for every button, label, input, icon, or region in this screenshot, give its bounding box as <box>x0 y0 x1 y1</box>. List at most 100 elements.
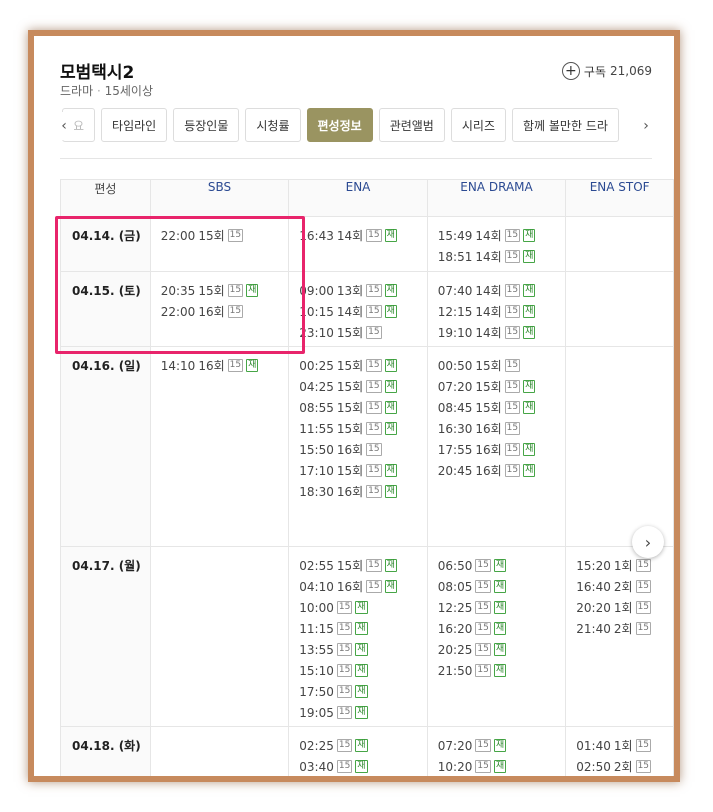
rerun-badge: 재 <box>523 284 536 297</box>
tab-1[interactable]: 타임라인 <box>101 108 168 142</box>
rerun-badge: 재 <box>523 250 536 263</box>
rerun-badge: 재 <box>523 380 536 393</box>
episode-number: 14회 <box>475 305 502 319</box>
airing-entry: 17:10 15회 15 재 <box>299 460 421 481</box>
schedule-cell-story: 15:20 1회 15 16:40 2회 15 20:20 1회 15 21:40 2회 15 <box>565 546 674 727</box>
subscribe-button[interactable]: + 구독 21,069 <box>561 62 652 80</box>
rerun-badge: 재 <box>384 305 397 318</box>
episode-number: 13회 <box>336 284 364 298</box>
age-rating-badge: 15 <box>635 559 652 572</box>
age-rating-badge: 15 <box>366 401 382 414</box>
air-time: 08:55 <box>299 400 334 415</box>
air-time: 07:20 <box>437 738 473 753</box>
tab-3[interactable]: 시청률 <box>245 108 301 142</box>
rerun-badge: 재 <box>493 739 507 752</box>
airing-entry: 18:30 16회 15 재 <box>299 481 421 502</box>
airing-entry: 04:25 15회 15 재 <box>299 376 421 397</box>
age-rating-badge: 15 <box>336 643 353 656</box>
air-time: 17:50 <box>299 684 334 699</box>
age-rating-badge: 15 <box>366 422 382 435</box>
age-rating-badge: 15 <box>504 229 521 242</box>
age-rating-badge: 15 <box>504 380 521 393</box>
table-row: 04.16. (일) 14:10 16회 15 재 00:25 15회 15 재 04:25 15회… <box>60 346 674 547</box>
episode-number: 16회 <box>336 580 364 594</box>
plus-icon: + <box>561 62 580 80</box>
age-rating-badge: 15 <box>336 601 353 614</box>
rerun-badge: 재 <box>493 559 507 572</box>
tab-2[interactable]: 등장인물 <box>173 108 240 142</box>
episode-number: 15회 <box>336 380 364 394</box>
air-time: 20:25 <box>437 642 473 657</box>
episode-number: 14회 <box>475 229 502 243</box>
air-time: 16:20 <box>437 621 473 636</box>
age-rating-badge: 15 <box>366 326 382 339</box>
column-header-4: ENA STOF <box>565 179 674 217</box>
airing-entry: 09:00 13회 15 재 <box>299 280 421 301</box>
episode-number: 16회 <box>475 422 502 436</box>
subscribe-label: 구독 <box>583 64 606 79</box>
air-time: 02:50 <box>576 759 611 774</box>
age-rating-badge: 15 <box>366 580 382 593</box>
rerun-badge: 재 <box>384 380 397 393</box>
airing-entry: 07:40 14회 15 재 <box>438 280 560 301</box>
genre-label: 드라마 <box>60 84 94 98</box>
air-time: 11:15 <box>299 621 334 636</box>
episode-number: 15회 <box>336 559 364 573</box>
tab-5[interactable]: 관련앨범 <box>378 108 445 142</box>
airing-entry: 15:10 15 재 <box>299 660 421 681</box>
airing-entry: 15:49 14회 15 재 <box>438 225 560 246</box>
chevron-left-icon: ‹ <box>61 118 67 134</box>
episode-number: 14회 <box>336 305 364 319</box>
rerun-badge: 재 <box>384 422 397 435</box>
airing-entry: 16:40 2회 15 <box>576 576 667 597</box>
episode-number: 15회 <box>336 326 364 340</box>
tabs-next-button[interactable]: › <box>636 112 656 140</box>
schedule-cell-ena: 02:25 15 재 03:40 15 재 <box>288 726 428 776</box>
airing-entry: 02:55 15회 15 재 <box>299 555 421 576</box>
tab-4[interactable]: 편성정보 <box>306 108 373 142</box>
age-rating-badge: 15 <box>227 359 244 372</box>
air-time: 18:30 <box>299 484 334 499</box>
airing-entry: 06:50 15 재 <box>438 555 560 576</box>
rerun-badge: 재 <box>493 622 507 635</box>
episode-number: 16회 <box>198 359 225 373</box>
age-rating-badge: 15 <box>504 250 521 263</box>
tab-7[interactable]: 함께 볼만한 드라 <box>511 108 619 142</box>
age-rating-badge: 15 <box>336 739 353 752</box>
age-rating-badge: 15 <box>366 559 382 572</box>
airing-entry: 12:25 15 재 <box>438 597 560 618</box>
airing-entry: 21:50 15 재 <box>438 660 560 681</box>
schedule-cell-story <box>565 271 674 347</box>
air-time: 20:45 <box>437 463 473 478</box>
show-meta: 드라마 · 15세이상 <box>60 82 153 99</box>
schedule-cell-sbs: 14:10 16회 15 재 <box>149 346 290 547</box>
airing-entry: 00:25 15회 15 재 <box>299 355 421 376</box>
schedule-cell-story <box>565 216 674 272</box>
tab-6[interactable]: 시리즈 <box>450 108 506 142</box>
scroll-right-button[interactable]: › <box>632 526 664 558</box>
airing-entry: 02:50 2회 15 <box>576 756 667 776</box>
column-header-0: 편성 <box>60 179 151 217</box>
episode-number: 2회 <box>613 622 633 636</box>
rerun-badge: 재 <box>523 326 536 339</box>
age-rating-badge: 15 <box>336 760 353 773</box>
age-rating-badge: 15 <box>336 685 353 698</box>
episode-number: 2회 <box>613 580 633 594</box>
chevron-right-icon: › <box>643 118 649 134</box>
airing-entry: 23:10 15회 15 <box>299 322 421 343</box>
schedule-cell-drama: 00:50 15회 15 07:20 15회 15 재 08:45 15회 15 재 16:30 16회… <box>426 346 567 547</box>
schedule-panel: 모범택시2 드라마 · 15세이상 + 구독 21,069 요 타임라인 등장인물 시… <box>34 36 674 776</box>
airing-entry: 04:10 16회 15 재 <box>299 576 421 597</box>
age-rating-badge: 15 <box>475 601 491 614</box>
age-rating-badge: 15 <box>366 284 382 297</box>
episode-number: 16회 <box>336 443 364 457</box>
tabs-prev-button[interactable]: ‹ <box>54 112 74 140</box>
air-time: 11:55 <box>299 421 334 436</box>
episode-number: 15회 <box>475 401 502 415</box>
rerun-badge: 재 <box>493 643 507 656</box>
airing-entry: 02:25 15 재 <box>299 735 421 756</box>
show-title: 모범택시2 <box>60 63 135 83</box>
air-time: 17:10 <box>299 463 334 478</box>
episode-number: 16회 <box>475 464 502 478</box>
rerun-badge: 재 <box>384 464 397 477</box>
